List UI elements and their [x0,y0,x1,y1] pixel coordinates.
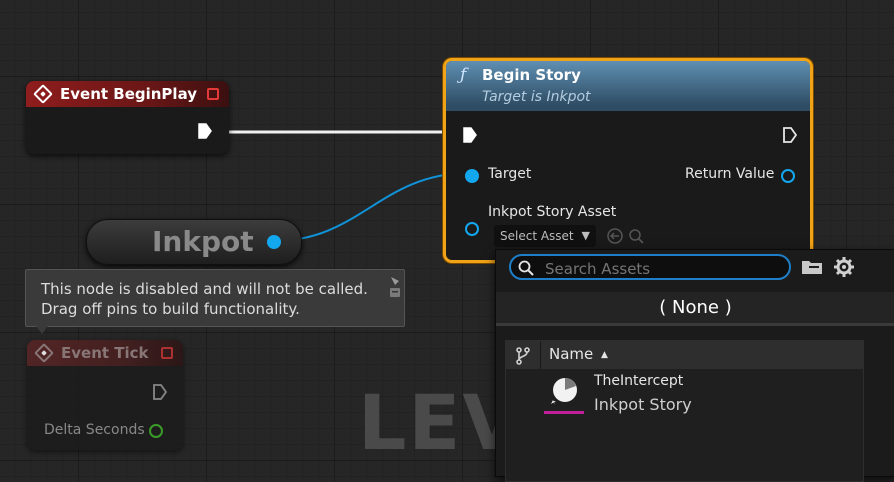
inkpot-story-asset-icon [544,378,584,414]
exec-out-pin[interactable] [783,127,797,143]
return-value-pin[interactable] [781,169,795,183]
exec-out-pin[interactable] [198,123,212,139]
begin-story-subtitle: Target is Inkpot [482,89,591,105]
name-column-label: Name [549,345,594,363]
name-column-header[interactable]: Name ▲ [549,345,608,363]
delta-seconds-pin[interactable] [149,424,163,438]
target-wire [273,172,469,242]
disabled-node-tooltip: This node is disabled and will not be ca… [25,269,405,327]
exec-out-pin[interactable] [153,384,167,400]
story-asset-label: Inkpot Story Asset [488,204,617,220]
search-icon [518,260,534,276]
column-divider [540,341,541,369]
search-box[interactable] [509,254,791,280]
begin-story-node[interactable]: ƒ Begin Story Target is Inkpot Target Re… [443,58,813,263]
target-label: Target [488,166,532,182]
asset-list-header: Name ▲ [506,341,863,369]
target-pin[interactable] [465,169,479,183]
source-control-icon[interactable] [515,347,531,365]
event-tick-header: Event Tick [27,340,183,366]
tooltip-line1: This node is disabled and will not be ca… [41,280,368,298]
function-icon: ƒ [460,65,467,85]
chevron-down-icon: ▼ [581,229,590,242]
inkpot-variable-node[interactable]: Inkpot [86,219,302,265]
story-asset-pin[interactable] [465,222,479,236]
tooltip-line2: Drag off pins to build functionality. [41,300,300,318]
select-asset-value: Select Asset [500,229,574,243]
begin-story-header: ƒ Begin Story Target is Inkpot [446,61,810,111]
list-item[interactable]: TheIntercept Inkpot Story [506,371,863,419]
asset-list: Name ▲ TheIntercept Inkpot Story [505,340,864,482]
asset-name: TheIntercept [594,373,684,389]
return-value-label: Return Value [685,166,775,182]
tooltip-tail [36,326,48,334]
node-comment-icon[interactable] [389,275,401,299]
none-option[interactable]: ( None ) [496,292,894,326]
event-diamond-icon [34,343,54,363]
delegate-pin[interactable] [207,88,219,100]
gear-icon[interactable] [834,257,854,277]
folder-icon[interactable] [801,258,823,276]
browse-icon[interactable] [629,229,644,244]
event-beginplay-header: Event BeginPlay [26,81,229,107]
event-diamond-icon [33,84,53,104]
begin-story-title: Begin Story [482,66,581,84]
search-input[interactable] [543,258,787,280]
asset-actions [607,228,644,244]
sort-ascending-icon: ▲ [601,350,608,360]
delegate-pin[interactable] [161,347,173,359]
event-beginplay-title: Event BeginPlay [60,85,198,103]
event-beginplay-node[interactable]: Event BeginPlay [26,81,229,154]
select-asset-dropdown[interactable]: Select Asset ▼ [494,225,596,247]
asset-picker-popup[interactable]: ( None ) Name ▲ TheIntercept Ink [495,249,894,482]
use-selected-icon[interactable] [607,228,623,244]
inkpot-output-pin[interactable] [267,235,281,249]
exec-in-pin[interactable] [463,127,477,143]
delta-seconds-label: Delta Seconds [44,422,145,438]
inkpot-variable-label: Inkpot [152,225,254,258]
asset-type: Inkpot Story [594,395,692,414]
event-tick-node[interactable]: Event Tick Delta Seconds [27,340,183,450]
event-tick-title: Event Tick [61,344,149,362]
